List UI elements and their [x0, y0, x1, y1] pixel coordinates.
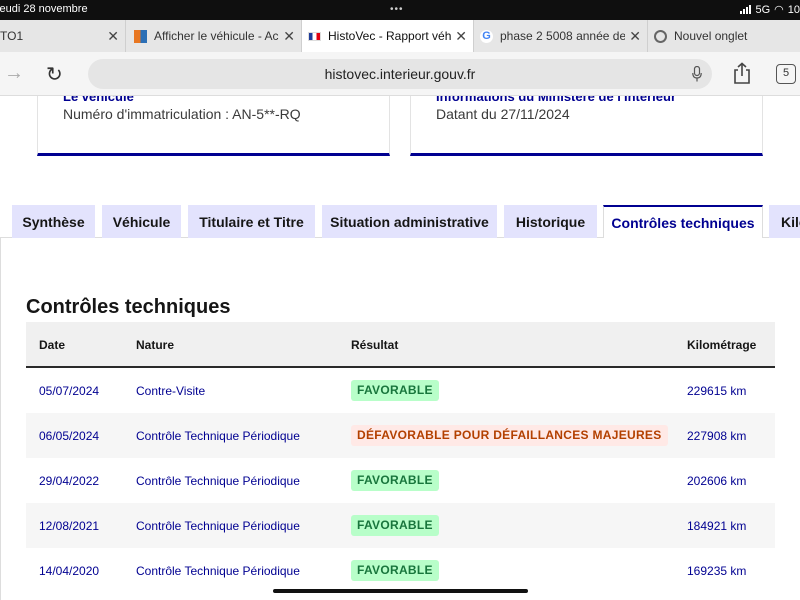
google-favicon-icon: G	[480, 29, 493, 43]
globe-favicon-icon	[654, 29, 667, 43]
row-date: 29/04/2022	[39, 474, 100, 488]
share-icon[interactable]	[732, 62, 752, 84]
tab-synthese[interactable]: Synthèse	[12, 205, 95, 238]
ministry-info-card: Informations du Ministère de l'Intérieur…	[410, 96, 763, 156]
forward-arrow-icon[interactable]: →	[4, 62, 24, 85]
row-km: 184921 km	[687, 519, 747, 533]
battery-percent: 10	[787, 3, 800, 16]
report-date: Datant du 27/11/2024	[436, 106, 570, 122]
network-type: 5G	[755, 3, 771, 16]
report-tabs: Synthèse Véhicule Titulaire et Titre Sit…	[0, 205, 800, 239]
ministry-card-heading: Informations du Ministère de l'Intérieur	[436, 96, 677, 104]
wifi-icon: ◠	[774, 4, 784, 16]
browser-tab-title: phase 2 5008 année de sortie	[500, 29, 626, 43]
row-nature: Contrôle Technique Périodique	[136, 474, 300, 488]
tab-historique[interactable]: Historique	[504, 205, 597, 238]
result-badge-defavorable: DÉFAVORABLE POUR DÉFAILLANCES MAJEURES	[351, 425, 668, 446]
registration-number: Numéro d'immatriculation : AN-5**-RQ	[63, 106, 301, 122]
row-date: 05/07/2024	[39, 384, 100, 398]
table-row: 14/04/2020 Contrôle Technique Périodique…	[26, 548, 775, 593]
table-row: 06/05/2024 Contrôle Technique Périodique…	[26, 413, 775, 458]
browser-tab[interactable]: TO1 ✕	[0, 20, 126, 52]
row-km: 227908 km	[687, 429, 747, 443]
result-badge-favorable: FAVORABLE	[351, 560, 439, 581]
microphone-icon[interactable]	[692, 66, 702, 82]
cellular-signal-icon	[740, 5, 752, 14]
row-date: 12/08/2021	[39, 519, 100, 533]
tab-titulaire-titre[interactable]: Titulaire et Titre	[188, 205, 315, 238]
close-tab-icon[interactable]: ✕	[455, 28, 467, 45]
header-km: Kilométrage	[687, 338, 757, 352]
row-nature: Contrôle Technique Périodique	[136, 429, 300, 443]
row-date: 14/04/2020	[39, 564, 100, 578]
tab-count-button[interactable]: 5	[776, 64, 796, 84]
header-nature: Nature	[136, 338, 175, 352]
vehicle-card-heading: Le véhicule	[63, 96, 134, 104]
row-km: 229615 km	[687, 384, 747, 398]
tab-vehicule[interactable]: Véhicule	[102, 205, 181, 238]
browser-tab[interactable]: Afficher le véhicule - Achat ✕	[128, 20, 302, 52]
row-km: 202606 km	[687, 474, 747, 488]
status-date: Jeudi 28 novembre	[0, 3, 88, 15]
result-badge-favorable: FAVORABLE	[351, 380, 439, 401]
table-row: 12/08/2021 Contrôle Technique Périodique…	[26, 503, 775, 548]
multitasking-dots-icon[interactable]: •••	[390, 4, 404, 15]
close-tab-icon[interactable]: ✕	[283, 28, 295, 45]
browser-tab-strip: TO1 ✕ Afficher le véhicule - Achat ✕ His…	[0, 20, 800, 52]
url-bar[interactable]: histovec.interieur.gouv.fr	[88, 59, 712, 89]
browser-tab-title: TO1	[0, 29, 24, 43]
row-date: 06/05/2024	[39, 429, 100, 443]
header-result: Résultat	[351, 338, 399, 352]
browser-tab-title: Afficher le véhicule - Achat	[154, 29, 279, 43]
browser-tab-active[interactable]: HistoVec - Rapport véhicule ✕	[302, 20, 474, 52]
row-km: 169235 km	[687, 564, 747, 578]
url-text: histovec.interieur.gouv.fr	[324, 66, 476, 82]
vehicle-card: Le véhicule Numéro d'immatriculation : A…	[37, 96, 390, 156]
section-title: Contrôles techniques	[26, 296, 231, 318]
browser-tab[interactable]: G phase 2 5008 année de sortie ✕	[474, 20, 648, 52]
status-indicators: 5G ◠ 10	[740, 3, 800, 16]
close-tab-icon[interactable]: ✕	[629, 28, 641, 45]
controles-panel: Contrôles techniques Date Nature Résulta…	[0, 238, 800, 600]
browser-tab-title: HistoVec - Rapport véhicule	[328, 29, 452, 43]
status-bar: Jeudi 28 novembre ••• 5G ◠ 10	[0, 0, 800, 20]
row-nature: Contrôle Technique Périodique	[136, 519, 300, 533]
close-tab-icon[interactable]: ✕	[107, 28, 119, 45]
french-flag-favicon-icon	[308, 31, 321, 41]
grid-favicon-icon	[134, 29, 147, 43]
address-toolbar: → ↻ histovec.interieur.gouv.fr 5	[0, 52, 800, 96]
tab-kilometrage[interactable]: Kilométrage	[769, 205, 800, 238]
result-badge-favorable: FAVORABLE	[351, 515, 439, 536]
browser-tab-title: Nouvel onglet	[674, 29, 748, 43]
home-indicator[interactable]	[273, 589, 528, 593]
page-content: Le véhicule Numéro d'immatriculation : A…	[0, 96, 800, 600]
tab-situation-administrative[interactable]: Situation administrative	[322, 205, 497, 238]
row-nature: Contre-Visite	[136, 384, 206, 398]
controles-table: Date Nature Résultat Kilométrage 05/07/2…	[26, 322, 775, 593]
row-nature: Contrôle Technique Périodique	[136, 564, 300, 578]
header-date: Date	[39, 338, 66, 352]
reload-icon[interactable]: ↻	[46, 62, 63, 87]
result-badge-favorable: FAVORABLE	[351, 470, 439, 491]
table-header: Date Nature Résultat Kilométrage	[26, 322, 775, 368]
table-row: 29/04/2022 Contrôle Technique Périodique…	[26, 458, 775, 503]
browser-tab[interactable]: Nouvel onglet	[648, 20, 800, 52]
tab-controles-techniques[interactable]: Contrôles techniques	[603, 205, 763, 239]
table-row: 05/07/2024 Contre-Visite FAVORABLE 22961…	[26, 368, 775, 413]
